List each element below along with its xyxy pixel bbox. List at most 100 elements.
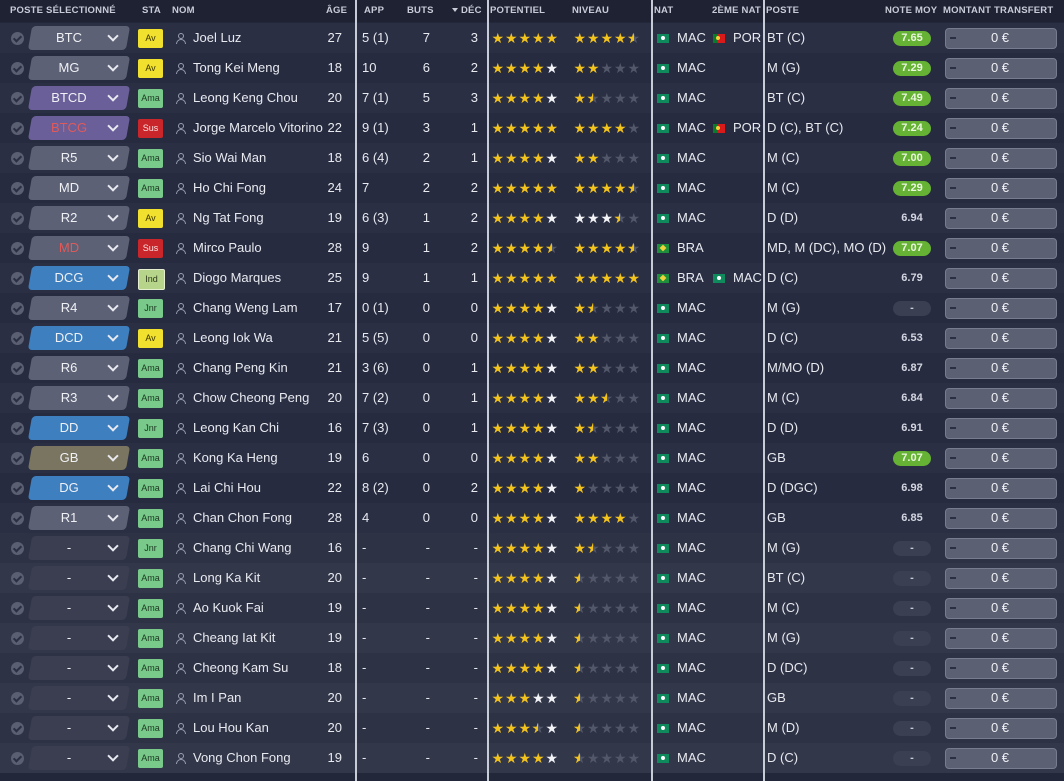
table-row[interactable]: R6 Ama Chang Peng Kin 21 3 (6) 0 1 ★★★★★ ★★★★★ MA…	[0, 353, 1064, 383]
status-badge[interactable]: Av	[138, 329, 163, 348]
player-name[interactable]: Tong Kei Meng	[193, 53, 280, 83]
col-header-app[interactable]: APP	[364, 5, 384, 16]
status-badge[interactable]: Jnr	[138, 419, 163, 438]
player-name[interactable]: Ao Kuok Fai	[193, 593, 264, 623]
status-badge[interactable]: Ama	[138, 89, 163, 108]
status-badge[interactable]: Ama	[138, 629, 163, 648]
status-badge[interactable]: Av	[138, 59, 163, 78]
nationality[interactable]: MAC	[677, 743, 706, 773]
status-badge[interactable]: Ama	[138, 749, 163, 768]
status-badge[interactable]: Ama	[138, 569, 163, 588]
status-badge[interactable]: Ama	[138, 389, 163, 408]
nationality[interactable]: MAC	[677, 173, 706, 203]
nationality[interactable]: MAC	[677, 113, 706, 143]
col-header-montant-transfert[interactable]: MONTANT TRANSFERT	[943, 5, 1053, 16]
status-badge[interactable]: Ind	[138, 269, 165, 290]
table-row[interactable]: MDAmaHo Chi Fong24722★★★★★★★★★★MACM (C)7…	[0, 173, 1064, 203]
status-badge[interactable]: Ama	[138, 599, 163, 618]
player-name[interactable]: Kong Ka Heng	[193, 443, 278, 473]
status-badge[interactable]: Sus	[138, 119, 163, 138]
player-name[interactable]: Chang Chi Wang	[193, 533, 292, 563]
player-name[interactable]: Long Ka Kit	[193, 563, 260, 593]
select-checkbox[interactable]	[11, 242, 24, 255]
status-badge[interactable]: Av	[138, 29, 163, 48]
select-checkbox[interactable]	[11, 392, 24, 405]
player-name[interactable]: Lou Hou Kan	[193, 713, 269, 743]
nationality[interactable]: MAC	[677, 83, 706, 113]
player-name[interactable]: Ng Tat Fong	[193, 203, 264, 233]
table-row[interactable]: -AmaIm I Pan20---★★★★★★★★★★MACGB-0 €	[0, 683, 1064, 713]
table-row[interactable]: -AmaCheang Iat Kit19---★★★★★★★★★★MACM (G…	[0, 623, 1064, 653]
table-row[interactable]: GB Ama Kong Ka Heng 19 6 0 0 ★★★★★ ★★★★★ MAC GB 7.0…	[0, 443, 1064, 473]
nationality[interactable]: BRA	[677, 233, 704, 263]
table-row[interactable]: R1 Ama Chan Chon Fong 28 4 0 0 ★★★★★ ★★★★★ MAC GB 6…	[0, 503, 1064, 533]
table-row[interactable]: R4JnrChang Weng Lam170 (1)00★★★★★★★★★★MA…	[0, 293, 1064, 323]
nationality[interactable]: MAC	[677, 683, 706, 713]
col-header-niveau[interactable]: NIVEAU	[572, 5, 609, 16]
select-checkbox[interactable]	[11, 752, 24, 765]
select-checkbox[interactable]	[11, 122, 24, 135]
table-row[interactable]: MDSusMirco Paulo28912★★★★★★★★★★BRAMD, M …	[0, 233, 1064, 263]
nationality[interactable]: MAC	[677, 23, 706, 53]
status-badge[interactable]: Ama	[138, 179, 163, 198]
table-row[interactable]: DCD Av Leong Iok Wa 21 5 (5) 0 0 ★★★★★ ★★★★★ MAC D…	[0, 323, 1064, 353]
select-checkbox[interactable]	[11, 272, 24, 285]
nationality[interactable]: MAC	[677, 473, 706, 503]
select-checkbox[interactable]	[11, 92, 24, 105]
status-badge[interactable]: Ama	[138, 449, 163, 468]
select-checkbox[interactable]	[11, 662, 24, 675]
select-checkbox[interactable]	[11, 62, 24, 75]
status-badge[interactable]: Ama	[138, 719, 163, 738]
table-row[interactable]: BTCAvJoel Luz275 (1)73★★★★★★★★★★MACPORBT…	[0, 23, 1064, 53]
player-name[interactable]: Mirco Paulo	[193, 233, 262, 263]
select-checkbox[interactable]	[11, 32, 24, 45]
nationality[interactable]: MAC	[677, 593, 706, 623]
table-row[interactable]: BTCD Ama Leong Keng Chou 20 7 (1) 5 3 ★★★★★ ★★ ★★…	[0, 83, 1064, 113]
select-checkbox[interactable]	[11, 152, 24, 165]
player-name[interactable]: Lai Chi Hou	[193, 473, 261, 503]
table-row[interactable]: MG Av Tong Kei Meng 18 10 6 2 ★★★★★ ★★★★★ MAC M (G…	[0, 53, 1064, 83]
select-checkbox[interactable]	[11, 512, 24, 525]
select-checkbox[interactable]	[11, 632, 24, 645]
status-badge[interactable]: Jnr	[138, 539, 163, 558]
select-checkbox[interactable]	[11, 302, 24, 315]
player-name[interactable]: Sio Wai Man	[193, 143, 266, 173]
player-name[interactable]: Diogo Marques	[193, 263, 281, 293]
col-header-potentiel[interactable]: POTENTIEL	[490, 5, 545, 16]
player-name[interactable]: Chang Weng Lam	[193, 293, 298, 323]
table-row[interactable]: -AmaLong Ka Kit20---★★★★★★★★★★MACBT (C)-…	[0, 563, 1064, 593]
select-checkbox[interactable]	[11, 692, 24, 705]
nationality[interactable]: MAC	[677, 383, 706, 413]
select-checkbox[interactable]	[11, 452, 24, 465]
nationality[interactable]: MAC	[677, 503, 706, 533]
table-row[interactable]: -AmaLou Hou Kan20---★★★★★★★★★★MACM (D)-0…	[0, 713, 1064, 743]
player-name[interactable]: Im I Pan	[193, 683, 241, 713]
status-badge[interactable]: Ama	[138, 659, 163, 678]
table-row[interactable]: R2AvNg Tat Fong196 (3)12★★★★★★★★★★MACD (…	[0, 203, 1064, 233]
nationality[interactable]: MAC	[677, 653, 706, 683]
nationality[interactable]: MAC	[677, 143, 706, 173]
status-badge[interactable]: Ama	[138, 479, 163, 498]
status-badge[interactable]: Jnr	[138, 299, 163, 318]
select-checkbox[interactable]	[11, 602, 24, 615]
nationality[interactable]: BRA	[677, 263, 704, 293]
select-checkbox[interactable]	[11, 482, 24, 495]
nationality[interactable]: MAC	[677, 623, 706, 653]
nationality[interactable]: MAC	[677, 353, 706, 383]
nationality[interactable]: MAC	[677, 443, 706, 473]
table-row[interactable]: DG Ama Lai Chi Hou 22 8 (2) 0 2 ★★★★★ ★★★★★ MAC D …	[0, 473, 1064, 503]
player-name[interactable]: Joel Luz	[193, 23, 241, 53]
table-row[interactable]: R3 Ama Chow Cheong Peng 20 7 (2) 0 1 ★★★★★ ★★★ ★★…	[0, 383, 1064, 413]
player-name[interactable]: Ho Chi Fong	[193, 173, 266, 203]
table-row[interactable]: -AmaCheong Kam Su18---★★★★★★★★★★MACD (DC…	[0, 653, 1064, 683]
table-row[interactable]: DDJnrLeong Kan Chi167 (3)01★★★★★★★★★★MAC…	[0, 413, 1064, 443]
player-name[interactable]: Leong Iok Wa	[193, 323, 273, 353]
select-checkbox[interactable]	[11, 572, 24, 585]
status-badge[interactable]: Ama	[138, 509, 163, 528]
table-row[interactable]: R5 Ama Sio Wai Man 18 6 (4) 2 1 ★★★★★ ★★★★★ MAC M …	[0, 143, 1064, 173]
col-header-2eme-nat[interactable]: 2ÈME NAT	[712, 5, 761, 16]
select-checkbox[interactable]	[11, 422, 24, 435]
nationality[interactable]: MAC	[677, 323, 706, 353]
col-header-age[interactable]: ÂGE	[326, 5, 347, 16]
status-badge[interactable]: Ama	[138, 149, 163, 168]
